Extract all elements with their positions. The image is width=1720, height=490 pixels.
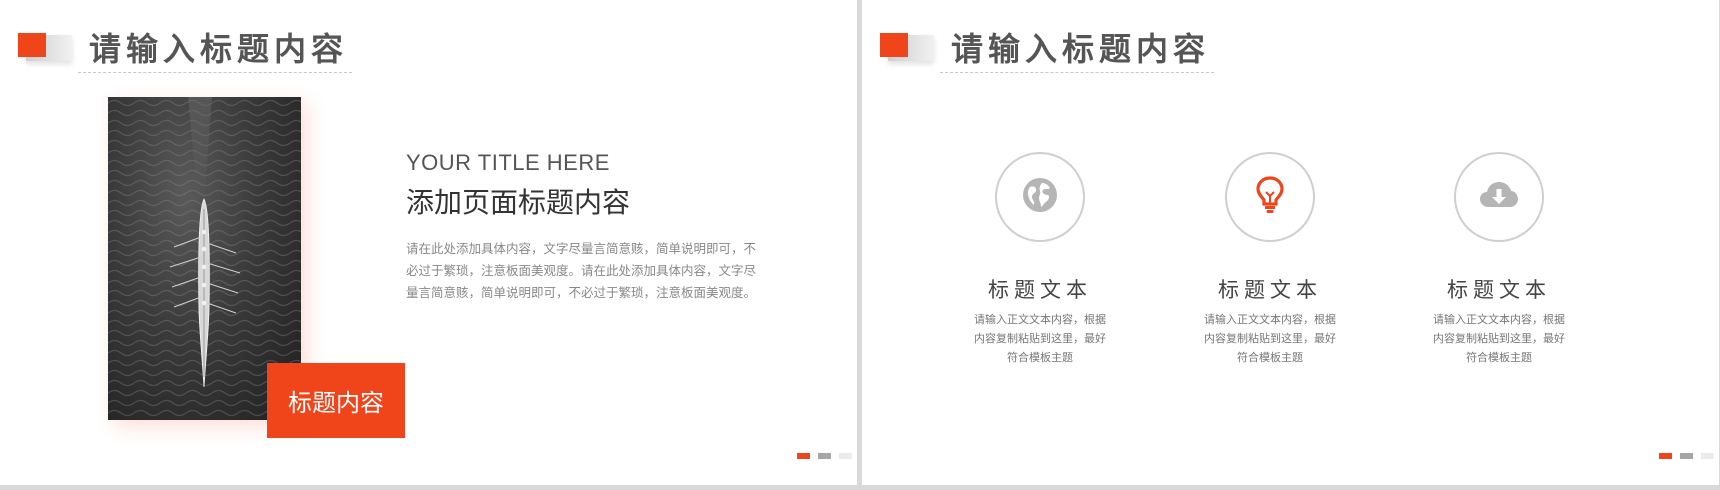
title-accent-block <box>880 33 936 61</box>
page-dot-1 <box>797 453 810 459</box>
slide-left: 请输入标题内容 标题内容 YOUR TITLE HERE 添加页面标题内容 请在… <box>0 0 857 485</box>
photo-tag[interactable]: 标题内容 <box>267 363 405 438</box>
feature-description: 请输入正文文本内容，根据内容复制粘贴到这里，最好符合模板主题 <box>974 313 1106 364</box>
photo-tag-label: 标题内容 <box>288 389 384 417</box>
feature-title: 标题文本 <box>1447 278 1551 302</box>
page-dot-3 <box>1701 453 1714 459</box>
feature-item-1[interactable]: 标题文本 请输入正文文本内容，根据内容复制粘贴到这里，最好符合模板主题 <box>960 152 1120 367</box>
page-dot-3 <box>839 453 852 459</box>
page-dot-2 <box>818 453 831 459</box>
title-accent-block <box>18 33 74 61</box>
feature-icon-circle <box>995 152 1085 242</box>
page-dot-2 <box>1680 453 1693 459</box>
feature-description: 请输入正文文本内容，根据内容复制粘贴到这里，最好符合模板主题 <box>1433 313 1565 364</box>
title-divider <box>78 72 352 73</box>
title-divider <box>940 72 1214 73</box>
page-indicator <box>797 453 852 459</box>
page-indicator <box>1659 453 1714 459</box>
page-title[interactable]: 添加页面标题内容 <box>406 181 630 221</box>
globe-icon <box>1022 177 1058 218</box>
feature-item-2[interactable]: 标题文本 请输入正文文本内容，根据内容复制粘贴到这里，最好符合模板主题 <box>1190 152 1350 367</box>
feature-icon-circle <box>1454 152 1544 242</box>
feature-icon-circle <box>1225 152 1315 242</box>
lightbulb-icon <box>1255 175 1285 220</box>
feature-item-3[interactable]: 标题文本 请输入正文文本内容，根据内容复制粘贴到这里，最好符合模板主题 <box>1419 152 1579 367</box>
slide-title[interactable]: 请输入标题内容 <box>951 29 1210 69</box>
feature-title: 标题文本 <box>988 278 1092 302</box>
english-subtitle[interactable]: YOUR TITLE HERE <box>406 150 610 176</box>
slide-title[interactable]: 请输入标题内容 <box>89 29 348 69</box>
slide-right: 请输入标题内容 标题文本 请输入正文文本内容，根据内容复制粘贴到这里，最好符合模… <box>862 0 1719 485</box>
feature-description: 请输入正文文本内容，根据内容复制粘贴到这里，最好符合模板主题 <box>1204 313 1336 364</box>
cloud-download-icon <box>1479 180 1519 215</box>
body-text[interactable]: 请在此处添加具体内容，文字尽量言简意赅，简单说明即可，不必过于繁琐，注意板面美观… <box>406 238 762 304</box>
page-dot-1 <box>1659 453 1672 459</box>
feature-title: 标题文本 <box>1218 278 1322 302</box>
